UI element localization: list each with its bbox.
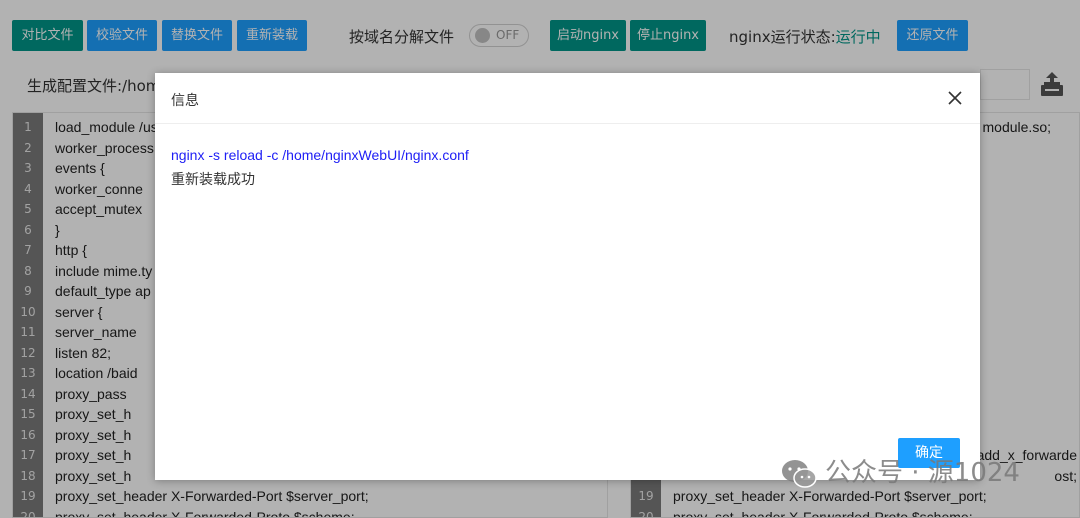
wechat-icon	[782, 460, 817, 488]
page: 对比文件 校验文件 替换文件 重新装载 按域名分解文件 OFF 启动nginx …	[0, 0, 1080, 518]
reload-message: 重新装载成功	[171, 172, 255, 188]
reload-command: nginx -s reload -c /home/nginxWebUI/ngin…	[171, 147, 469, 163]
watermark-text: 公众号 · 源1024	[825, 458, 1020, 488]
dialog-title: 信息	[171, 93, 199, 109]
dialog-header: 信息	[155, 73, 980, 124]
dialog-body: nginx -s reload -c /home/nginxWebUI/ngin…	[171, 145, 961, 190]
info-dialog: 信息 nginx -s reload -c /home/nginxWebUI/n…	[155, 73, 980, 480]
close-icon[interactable]	[944, 87, 966, 109]
